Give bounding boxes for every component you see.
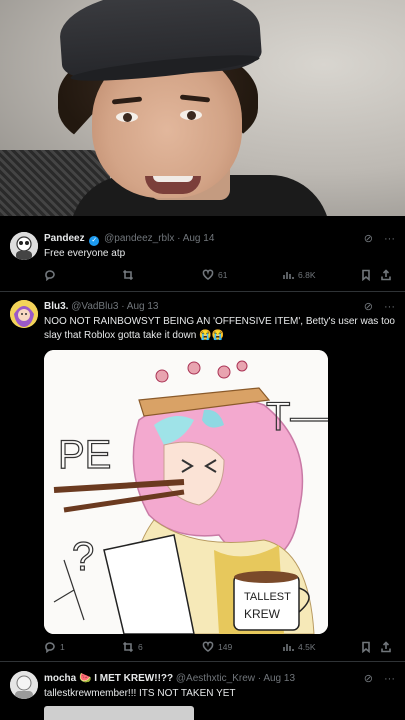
quoted-content-preview[interactable] <box>44 706 194 720</box>
fanart-drawing: TALLEST KREW PE T— ? <box>44 350 328 634</box>
display-name[interactable]: mocha 🍉 I MET KREW!!?? <box>44 673 173 684</box>
tweet[interactable]: Blu3. @VadBlu3 · Aug 13 ⊘ ··· NOO NOT RA… <box>0 292 405 662</box>
right-eye <box>180 110 202 120</box>
like-button[interactable]: 61 <box>202 269 227 281</box>
share-icon <box>381 641 391 653</box>
like-count: 149 <box>218 642 233 652</box>
share-button[interactable] <box>380 269 392 281</box>
drawn-letters-t: T— <box>266 395 328 439</box>
view-count: 4.5K <box>298 642 316 652</box>
action-bar: 1 6 149 4.5K <box>44 641 395 657</box>
timestamp[interactable]: Aug 13 <box>127 301 159 312</box>
tweet-top-icons: ⊘ ··· <box>356 300 395 313</box>
tweet-header: Blu3. @VadBlu3 · Aug 13 <box>44 301 357 312</box>
share-icon <box>381 269 391 281</box>
display-name[interactable]: Blu3. <box>44 301 68 312</box>
handle[interactable]: @pandeez_rblx <box>104 233 174 244</box>
avatar-image <box>10 300 38 328</box>
more-icon[interactable]: ··· <box>384 673 395 685</box>
reply-button[interactable] <box>44 269 60 281</box>
views-icon <box>283 644 294 651</box>
bookmark-button[interactable] <box>360 641 372 653</box>
like-button[interactable]: 149 <box>202 641 232 653</box>
repost-icon <box>122 641 134 653</box>
repost-count: 6 <box>138 642 143 652</box>
views-button[interactable]: 4.5K <box>282 641 316 653</box>
tweet-header: mocha 🍉 I MET KREW!!?? @Aesthxtic_Krew ·… <box>44 673 357 684</box>
bookmark-button[interactable] <box>360 269 372 281</box>
timestamp[interactable]: Aug 13 <box>263 673 295 684</box>
grok-icon[interactable]: ⊘ <box>364 301 373 313</box>
bookmark-icon <box>362 641 370 653</box>
more-icon[interactable]: ··· <box>384 301 395 313</box>
grok-icon[interactable]: ⊘ <box>364 233 373 245</box>
tweet-header: Pandeez ✓ @pandeez_rblx · Aug 14 <box>44 233 357 246</box>
bookmark-icon <box>362 269 370 281</box>
repost-icon <box>122 269 134 281</box>
tweet-top-icons: ⊘ ··· <box>356 232 395 245</box>
tweet[interactable]: Pandeez ✓ @pandeez_rblx · Aug 14 ⊘ ··· F… <box>0 216 405 292</box>
tweet-text: Free everyone atp <box>44 248 126 259</box>
repost-button[interactable] <box>122 269 138 281</box>
reply-icon <box>45 270 55 281</box>
display-name[interactable]: Pandeez <box>44 233 85 244</box>
drawn-question-mark: ? <box>72 535 94 579</box>
avatar-image <box>10 232 38 260</box>
left-eye <box>116 112 138 122</box>
handle[interactable]: @VadBlu3 <box>71 301 118 312</box>
view-count: 6.8K <box>298 270 316 280</box>
reply-icon <box>45 642 55 653</box>
reply-button[interactable]: 1 <box>44 641 65 653</box>
heart-icon <box>202 641 214 652</box>
heart-icon <box>202 269 214 280</box>
tweet-image[interactable]: TALLEST KREW PE T— ? <box>44 350 328 634</box>
tweet-top-icons: ⊘ ··· <box>356 672 395 685</box>
handle[interactable]: @Aesthxtic_Krew <box>176 673 255 684</box>
repost-button[interactable]: 6 <box>122 641 143 653</box>
avatar[interactable] <box>10 232 38 260</box>
avatar[interactable] <box>10 671 38 699</box>
views-icon <box>283 272 294 279</box>
avatar[interactable] <box>10 300 38 328</box>
grok-icon[interactable]: ⊘ <box>364 673 373 685</box>
timestamp[interactable]: Aug 14 <box>183 233 215 244</box>
drawn-letters-pe: PE <box>58 433 111 477</box>
tweet-text: tallestkrewmember!!! ITS NOT TAKEN YET <box>44 688 236 699</box>
mug-text-line2: KREW <box>244 607 281 621</box>
timeline-feed[interactable]: Pandeez ✓ @pandeez_rblx · Aug 14 ⊘ ··· F… <box>0 216 405 720</box>
more-icon[interactable]: ··· <box>384 233 395 245</box>
reply-count: 1 <box>60 642 65 652</box>
views-button[interactable]: 6.8K <box>282 269 316 281</box>
action-bar: 61 6.8K <box>44 269 395 285</box>
verified-badge-icon: ✓ <box>89 236 100 246</box>
webcam-feed <box>0 0 405 216</box>
tweet[interactable]: mocha 🍉 I MET KREW!!?? @Aesthxtic_Krew ·… <box>0 662 405 720</box>
tweet-text: NOO NOT RAINBOWSYT BEING AN 'OFFENSIVE I… <box>44 316 395 341</box>
mug-text-line1: TALLEST <box>244 591 291 603</box>
like-count: 61 <box>218 270 228 280</box>
avatar-image <box>10 671 38 699</box>
share-button[interactable] <box>380 641 392 653</box>
